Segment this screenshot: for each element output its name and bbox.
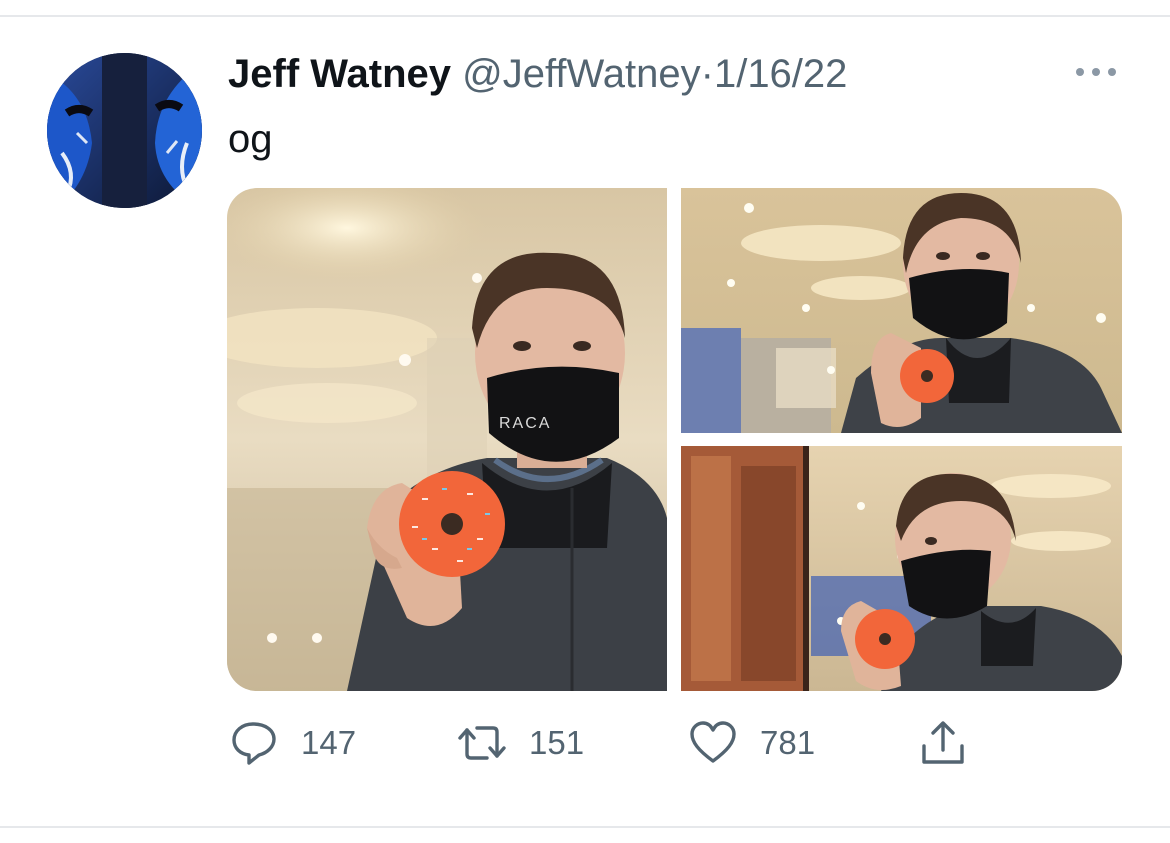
author-handle[interactable]: @JeffWatney xyxy=(462,52,700,96)
photo-2[interactable] xyxy=(681,188,1122,433)
media-grid: RACA xyxy=(227,188,1122,691)
reply-button[interactable]: 147 xyxy=(229,718,356,768)
share-icon xyxy=(922,721,964,764)
photo-1[interactable]: RACA xyxy=(227,188,667,691)
retweet-count: 151 xyxy=(529,724,585,761)
bottom-divider xyxy=(0,826,1170,828)
retweet-icon xyxy=(458,726,506,760)
tweet-header: Jeff Watney @JeffWatney·1/16/22 xyxy=(228,50,847,98)
separator-dot: · xyxy=(700,52,714,96)
like-button[interactable]: 781 xyxy=(688,718,815,768)
heart-icon xyxy=(690,721,736,763)
retweet-button[interactable]: 151 xyxy=(457,718,584,768)
share-button[interactable] xyxy=(918,718,968,768)
reply-count: 147 xyxy=(301,724,357,761)
avatar[interactable] xyxy=(47,53,202,208)
tweet-text: og xyxy=(228,117,273,161)
reply-icon xyxy=(232,722,276,765)
author-name[interactable]: Jeff Watney xyxy=(228,52,451,96)
photo-3[interactable] xyxy=(681,446,1122,691)
tweet-date[interactable]: 1/16/22 xyxy=(714,52,847,96)
more-horizontal-icon[interactable] xyxy=(1071,60,1121,84)
top-divider xyxy=(0,15,1170,17)
like-count: 781 xyxy=(760,724,816,761)
mask-logo: RACA xyxy=(499,415,551,432)
